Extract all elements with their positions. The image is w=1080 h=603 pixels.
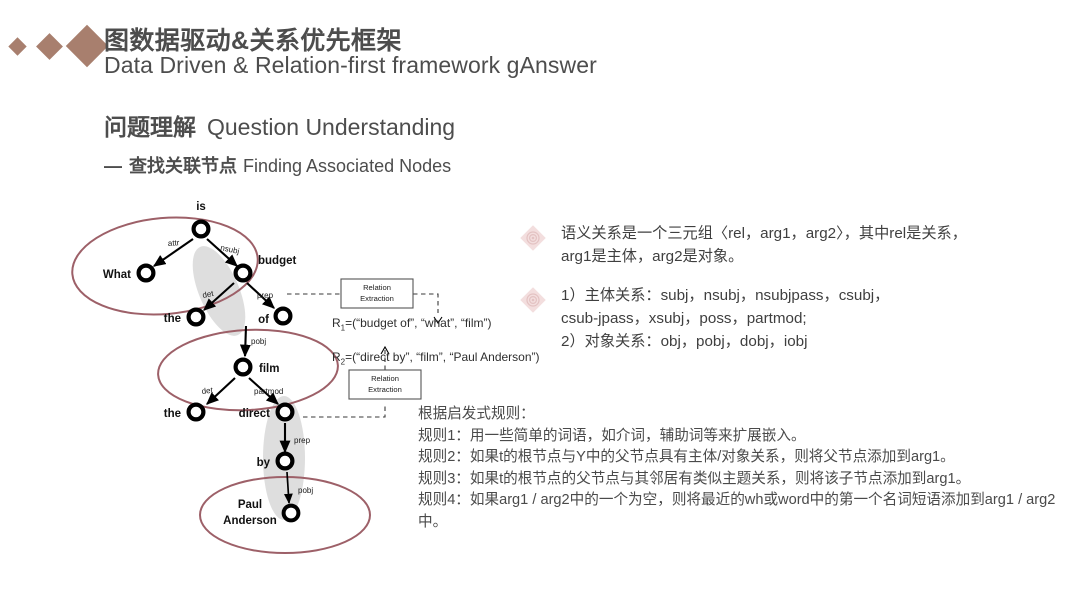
node-of [273, 306, 293, 326]
node-label-budget: budget [258, 255, 296, 267]
edge-label-pobj-2: pobj [298, 486, 313, 495]
relation-extraction-box-2-line2: Extraction [368, 385, 402, 394]
edge-label-pobj-1: pobj [251, 337, 266, 346]
node-label-of: of [258, 314, 269, 326]
node-film [233, 357, 253, 377]
edge-label-prep-2: prep [294, 436, 311, 445]
rule-item-3: 规则3：如果t的根节点的父节点与其邻居有类似主题关系，则将该子节点添加到arg1… [418, 470, 971, 487]
header-diamond-decoration [8, 24, 109, 70]
node-label-direct: direct [239, 408, 270, 420]
slide-header: 图数据驱动&关系优先框架 Data Driven & Relation-firs… [0, 0, 1080, 100]
node-label-is: is [196, 201, 206, 213]
node-label-the-2: the [164, 408, 181, 420]
node-direct [275, 402, 295, 422]
bullet-item-1: 语义关系是一个三元组〈rel，arg1，arg2〉，其中rel是关系， arg1… [519, 222, 1074, 268]
node-by [275, 451, 295, 471]
edge-pobj-1 [239, 325, 251, 358]
node-paul-anderson [281, 503, 301, 523]
relation-formulas: R1=(“budget of”, “what”, “film”) R2=(“di… [332, 316, 540, 385]
bullet-item-2: 1）主体关系：subj，nsubj，nsubjpass，csubj， csub-… [519, 284, 1074, 353]
node-label-the-1: the [164, 313, 181, 325]
rule-item-4: 规则4：如果arg1 / arg2中的一个为空，则将最近的wh或word中的第一… [418, 492, 1056, 530]
relation-extraction-box-1-line1: Relation [363, 283, 391, 292]
node-what [136, 263, 156, 283]
node-is [191, 219, 211, 239]
diamond-large-icon [65, 24, 109, 68]
slide-root: 图数据驱动&关系优先框架 Data Driven & Relation-firs… [0, 0, 1080, 603]
rule-item-2: 规则2：如果t的根节点与Y中的父节点具有主体/对象关系，则将父节点添加到arg1… [418, 449, 955, 465]
bullet-item-1-text: 语义关系是一个三元组〈rel，arg1，arg2〉，其中rel是关系， arg1… [561, 222, 1074, 268]
relation-extraction-box-1-line2: Extraction [360, 294, 394, 303]
node-label-anderson: Anderson [223, 515, 277, 527]
bullet-item-2-text: 1）主体关系：subj，nsubj，nsubjpass，csubj， csub-… [561, 284, 1074, 353]
subsection-dash: — [104, 156, 122, 176]
rules-heading: 根据启发式规则： [418, 406, 535, 422]
edge-label-partmod: partmod [254, 387, 283, 396]
subsection-title-en: Finding Associated Nodes [243, 156, 452, 176]
bullet-1-line-1: 语义关系是一个三元组〈rel，arg1，arg2〉，其中rel是关系， [561, 225, 967, 242]
node-label-film: film [259, 363, 279, 375]
formula-r2-text: =(“direct by”, “film”, “Paul Anderson”) [345, 350, 540, 365]
section-title: 问题理解 Question Understanding [104, 108, 455, 142]
node-label-what: What [103, 269, 131, 281]
dash-box2-to-direct [303, 403, 386, 418]
bullet-2-line-3: 2）对象关系：obj，pobj，dobj，iobj [561, 333, 808, 350]
dash-box1-to-formula [413, 293, 439, 313]
target-diamond-icon [519, 224, 547, 252]
edge-label-det-2: det [201, 386, 214, 396]
formula-r2: R2=(“direct by”, “film”, “Paul Anderson”… [332, 350, 540, 369]
subsection-title-cn: 查找关联节点 [129, 156, 237, 176]
target-diamond-icon [519, 286, 547, 314]
formula-r2-name: R [332, 350, 341, 365]
node-label-by: by [257, 457, 271, 469]
heuristic-rules-block: 根据启发式规则： 规则1：用一些简单的词语，如介词，辅助词等来扩展嵌入。 规则2… [418, 404, 1068, 533]
bullet-list: 语义关系是一个三元组〈rel，arg1，arg2〉，其中rel是关系， arg1… [519, 222, 1074, 369]
page-title-en: Data Driven & Relation-first framework g… [104, 52, 597, 78]
section-title-en: Question Understanding [207, 114, 456, 140]
bullet-2-line-2: csub-jpass，xsubj，poss，partmod; [561, 310, 807, 327]
node-the-1 [186, 307, 206, 327]
bullet-1-line-2: arg1是主体，arg2是对象。 [561, 248, 744, 265]
diamond-small-icon [8, 37, 27, 56]
node-budget [233, 263, 253, 283]
formula-r1: R1=(“budget of”, “what”, “film”) [332, 316, 540, 335]
rule-item-1: 规则1：用一些简单的词语，如介词，辅助词等来扩展嵌入。 [418, 427, 806, 444]
node-label-paul: Paul [238, 499, 262, 511]
edge-label-prep-1: prep [257, 291, 274, 300]
bullet-2-line-1: 1）主体关系：subj，nsubj，nsubjpass，csubj， [561, 287, 890, 304]
formula-r1-text: =(“budget of”, “what”, “film”) [345, 316, 492, 330]
node-the-2 [186, 402, 206, 422]
formula-r1-name: R [332, 316, 341, 330]
subsection-title: — 查找关联节点 Finding Associated Nodes [104, 152, 451, 178]
section-title-cn: 问题理解 [104, 114, 196, 140]
edge-label-attr: attr [168, 238, 180, 248]
diamond-medium-icon [36, 33, 63, 60]
